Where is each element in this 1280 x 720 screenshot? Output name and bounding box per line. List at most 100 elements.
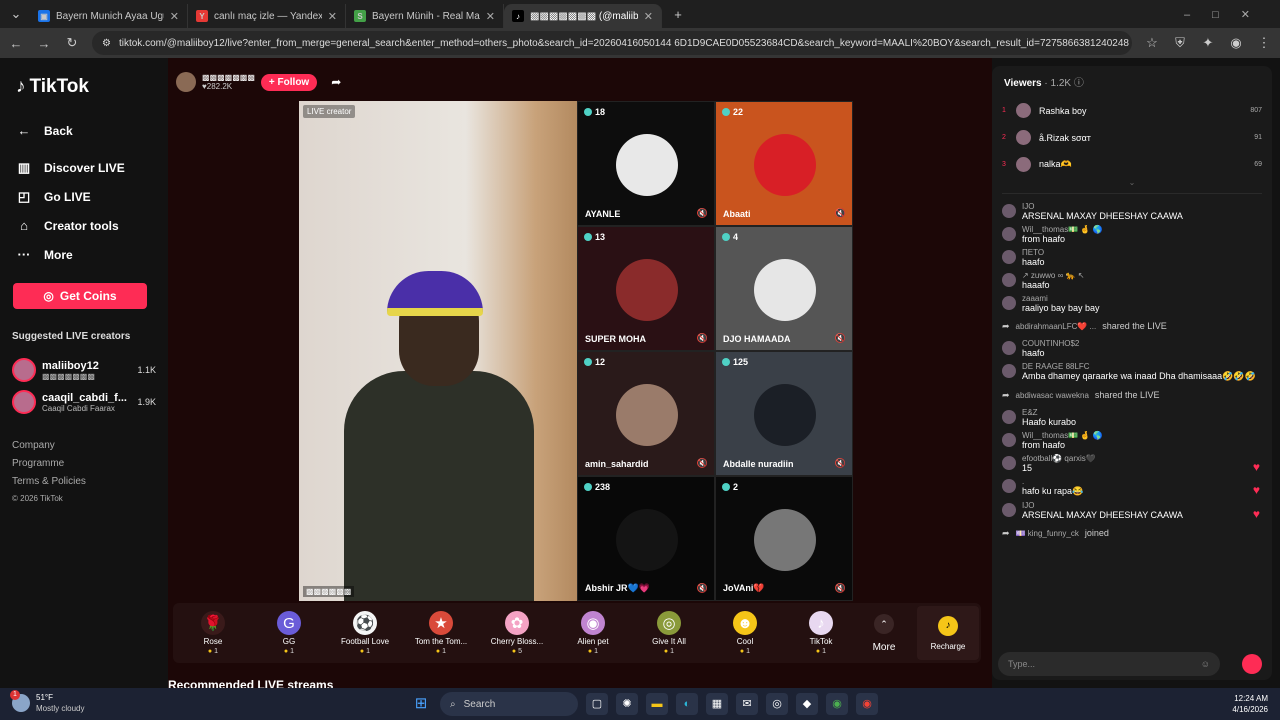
window-controls[interactable]: –□✕	[1184, 8, 1280, 21]
top-viewer[interactable]: 1 Rashka boy 807	[992, 97, 1272, 124]
extensions-icon[interactable]: ✦	[1200, 35, 1216, 51]
muted-mic-icon[interactable]: 🔇	[835, 458, 846, 469]
suggested-creator[interactable]: maliiboy12 ▩▩▩▩▩▩▩ 1.1K	[12, 354, 156, 386]
url-field[interactable]: ⚙ tiktok.com/@maliiboy12/live?enter_from…	[92, 31, 1132, 55]
footer-link[interactable]: Company	[12, 440, 156, 458]
guest-tile[interactable]: 4 DJO HAMAADA 🔇	[715, 226, 853, 351]
app2-icon[interactable]: ◆	[796, 693, 818, 715]
get-coins-button[interactable]: ◎ Get Coins	[13, 283, 147, 309]
gift-item[interactable]: 🌹 Rose 1	[175, 611, 251, 655]
back-button[interactable]: ← Back	[12, 116, 156, 145]
avatar[interactable]	[1002, 364, 1016, 378]
guest-tile[interactable]: 125 Abdalle nuradiin 🔇	[715, 351, 853, 476]
app-icon[interactable]: ◎	[766, 693, 788, 715]
top-viewer[interactable]: 2 å.Rizak ѕσαт 91	[992, 124, 1272, 151]
chat-username[interactable]: Wil__thomas💵 🤞 🌎	[1022, 225, 1103, 234]
profile-icon[interactable]: ◉	[1228, 35, 1244, 51]
store-icon[interactable]: ▦	[706, 693, 728, 715]
guest-tile[interactable]: 238 Abshir JR💙💗 🔇	[577, 476, 715, 601]
forward-arrow-icon[interactable]: →	[36, 36, 52, 51]
tab-close-icon[interactable]: ✕	[486, 10, 495, 23]
footer-link[interactable]: Programme	[12, 458, 156, 476]
avatar[interactable]	[1002, 503, 1016, 517]
gift-item[interactable]: ★ Tom the Tom... 1	[403, 611, 479, 655]
browser-tab[interactable]: S Bayern Münih - Real Madrid (tahm ✕	[346, 4, 504, 28]
gift-item[interactable]: GGG1	[251, 611, 327, 655]
clock[interactable]: 12:24 AM 4/16/2026	[1232, 693, 1268, 715]
chat-username[interactable]: abdiwasac wawekna	[1016, 391, 1089, 400]
sidebar-nav-item[interactable]: ◰ Go LIVE	[12, 182, 156, 211]
chat-username[interactable]: COUNTINHO$2	[1022, 339, 1079, 348]
gift-item[interactable]: ♪ TikTok 1	[783, 611, 859, 655]
avatar[interactable]	[1002, 227, 1016, 241]
guest-tile[interactable]: 22 Abaati 🔇	[715, 101, 853, 226]
chrome-icon[interactable]: ◉	[826, 693, 848, 715]
file-explorer-icon[interactable]: ▬	[646, 693, 668, 715]
tab-close-icon[interactable]: ✕	[170, 10, 179, 23]
chat-username[interactable]: IJO	[1022, 202, 1183, 211]
back-arrow-icon[interactable]: ←	[8, 36, 24, 51]
streamer-name[interactable]: ▩▩▩▩▩▩▩	[202, 73, 255, 82]
start-icon[interactable]: ⊞	[410, 693, 432, 715]
copilot-icon[interactable]: ✺	[616, 693, 638, 715]
avatar[interactable]	[1002, 410, 1016, 424]
reload-icon[interactable]: ↻	[64, 35, 80, 51]
edge-icon[interactable]: ◐	[676, 693, 698, 715]
footer-link[interactable]: Terms & Policies	[12, 476, 156, 494]
tiktok-logo[interactable]: ♪ TikTok	[16, 76, 156, 98]
heart-icon[interactable]: ♥	[1253, 483, 1260, 497]
muted-mic-icon[interactable]: 🔇	[697, 583, 708, 594]
avatar[interactable]	[1002, 479, 1016, 493]
muted-mic-icon[interactable]: 🔇	[697, 458, 708, 469]
top-viewer[interactable]: 3 nalka🫶 69	[992, 151, 1272, 178]
sidebar-nav-item[interactable]: ⌂ Creator tools	[12, 211, 156, 240]
chrome-active-icon[interactable]: ◉	[856, 693, 878, 715]
browser-tab[interactable]: ▣ Bayern Munich Ayaa Ugu Dambe ✕	[30, 4, 188, 28]
site-info-icon[interactable]: ⚙	[102, 38, 111, 49]
guest-tile[interactable]: 18 AYANLE 🔇	[577, 101, 715, 226]
chat-username[interactable]: zaaami	[1022, 294, 1100, 303]
browser-tab[interactable]: ♪ ▩▩▩▩▩▩▩ (@maliiboy12 ✕	[504, 4, 662, 28]
expand-chevron-icon[interactable]: ⌄	[1002, 178, 1262, 194]
tab-list-icon[interactable]: ⌄	[8, 6, 24, 22]
browser-tab[interactable]: Ycanlı maç izle — Yandex: 408 bin ✕	[188, 4, 346, 28]
chat-username[interactable]: DE RAAGE 88LFC	[1022, 362, 1256, 371]
guest-tile[interactable]: 12 amin_sahardid 🔇	[577, 351, 715, 476]
heart-icon[interactable]: ♥	[1253, 460, 1260, 474]
muted-mic-icon[interactable]: 🔇	[697, 333, 708, 344]
guest-tile[interactable]: 2 JoVAni💔 🔇	[715, 476, 853, 601]
send-gift-button[interactable]	[1242, 654, 1262, 674]
emoji-icon[interactable]: ☺	[1201, 659, 1210, 669]
taskbar-search[interactable]: ⌕ Search	[440, 692, 578, 716]
gift-item[interactable]: ◉ Alien pet 1	[555, 611, 631, 655]
chat-username[interactable]: Wil__thomas💵 🤞 🌎	[1022, 431, 1103, 440]
muted-mic-icon[interactable]: 🔇	[697, 208, 708, 219]
sidebar-nav-item[interactable]: ··· More	[12, 240, 156, 269]
avatar[interactable]	[1002, 433, 1016, 447]
chat-username[interactable]: E&Z	[1022, 408, 1076, 417]
avatar[interactable]	[1002, 250, 1016, 264]
avatar[interactable]	[1002, 204, 1016, 218]
gift-item[interactable]: ☻ Cool 1	[707, 611, 783, 655]
muted-mic-icon[interactable]: 🔇	[835, 208, 846, 219]
info-icon[interactable]: ⓘ	[1074, 78, 1084, 89]
avatar[interactable]	[1002, 296, 1016, 310]
chat-username[interactable]: IJO	[1022, 501, 1183, 510]
new-tab-button[interactable]: +	[670, 7, 686, 22]
tab-close-icon[interactable]: ✕	[644, 10, 653, 23]
host-video[interactable]: LIVE creator ▩▩▩▩▩▩	[299, 101, 577, 601]
muted-mic-icon[interactable]: 🔇	[835, 333, 846, 344]
weather-widget[interactable]: 1 51°F Mostly cloudy	[10, 690, 84, 714]
viewers-header[interactable]: Viewers · 1.2K ⓘ	[992, 66, 1272, 97]
tab-close-icon[interactable]: ✕	[328, 10, 337, 23]
follow-button[interactable]: + Follow	[260, 73, 318, 91]
guest-tile[interactable]: 13 SUPER MOHA 🔇	[577, 226, 715, 351]
chat-username[interactable]: 💷 king_funny_ck	[1016, 529, 1079, 538]
gift-item[interactable]: ⚽ Football Love 1	[327, 611, 403, 655]
more-gifts-button[interactable]: ⌃ More	[859, 613, 909, 653]
menu-dots-icon[interactable]: ⋮	[1256, 35, 1272, 51]
task-view-icon[interactable]: ▢	[586, 693, 608, 715]
mail-icon[interactable]: ✉	[736, 693, 758, 715]
gift-item[interactable]: ✿ Cherry Bloss... 5	[479, 611, 555, 655]
bookmark-star-icon[interactable]: ☆	[1144, 35, 1160, 51]
